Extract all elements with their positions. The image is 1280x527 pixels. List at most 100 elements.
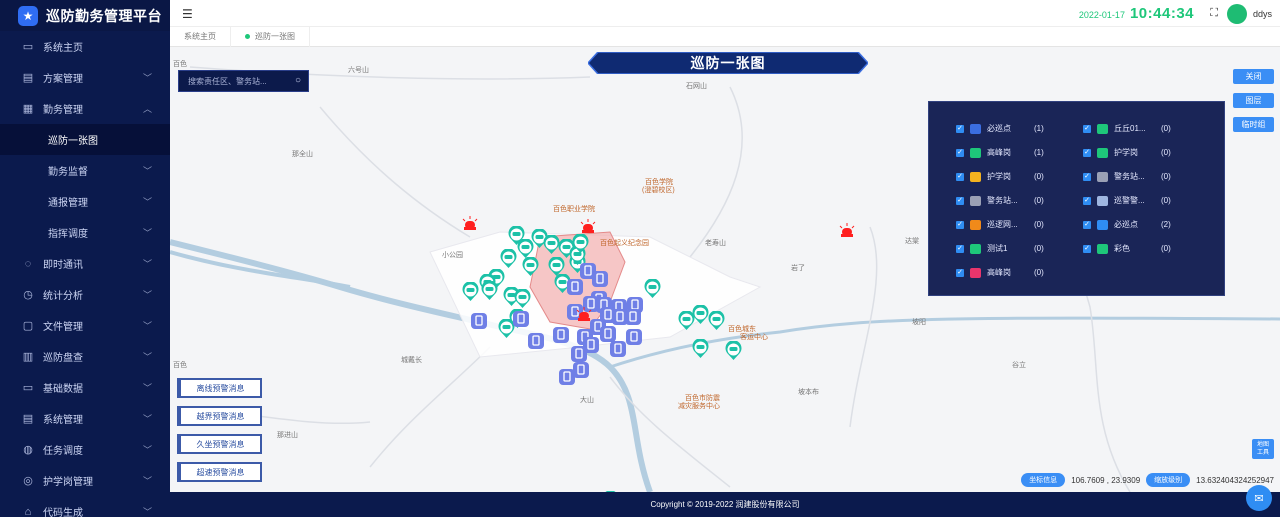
sidebar-item[interactable]: ▤ 方案管理 ﹀ [0,62,170,93]
layer-name: 必巡点 [987,124,1011,133]
layers-button[interactable]: 图层 [1233,93,1274,108]
sidebar-item[interactable]: ◍ 任务调度 ﹀ [0,434,170,465]
checkbox-icon[interactable]: ✓ [956,268,964,277]
officer-marker-icon[interactable] [573,362,589,381]
sidebar-item-label: 巡防一张图 [48,136,98,147]
checkbox-icon[interactable]: ✓ [956,244,964,253]
patrol-car-marker-icon[interactable] [522,256,539,280]
patrol-car-marker-icon[interactable] [692,304,709,328]
temp-group-button[interactable]: 临时组 [1233,117,1274,132]
layer-toggle[interactable]: ✓ 护学岗 (0) [1083,147,1171,158]
sidebar-item-label: 系统主页 [43,43,83,54]
layer-toggle[interactable]: ✓ 警务站... (0) [1083,171,1171,182]
checkbox-icon[interactable]: ✓ [1083,220,1091,229]
checkbox-icon[interactable]: ✓ [956,172,964,181]
sidebar-item[interactable]: ▭ 基础数据 ﹀ [0,372,170,403]
sidebar-item[interactable]: 指挥调度 ﹀ [0,217,170,248]
officer-marker-icon[interactable] [513,311,529,330]
patrol-car-marker-icon[interactable] [708,310,725,334]
patrol-car-marker-icon[interactable] [692,338,709,362]
sidebar-item[interactable]: ▢ 文件管理 ﹀ [0,310,170,341]
patrol-car-marker-icon[interactable] [644,278,661,302]
alarm-light-icon[interactable] [839,223,855,240]
patrol-car-marker-icon[interactable] [725,340,742,364]
chat-icon: ◌ [24,257,32,270]
chat-icon[interactable]: ✉ [1246,485,1272,511]
layer-toggle[interactable]: ✓ 高峰岗 (1) [956,147,1044,158]
layer-name: 护学岗 [987,172,1011,181]
place-label: 谷立 [1012,362,1026,369]
patrol-car-marker-icon[interactable] [572,233,589,257]
sidebar-item[interactable]: 巡防一张图 [0,124,170,155]
map-tools-button[interactable]: 地图 工具 [1252,439,1274,459]
alarm-light-icon[interactable] [576,307,592,324]
sidebar-item[interactable]: ▭ 系统主页 [0,31,170,62]
image-icon [970,147,981,158]
officer-marker-icon[interactable] [553,327,569,346]
menu-toggle-icon[interactable]: ☰ [182,7,193,21]
officer-marker-icon[interactable] [610,341,626,360]
layer-toggle[interactable]: ✓ 彩色 (0) [1083,243,1171,254]
search-icon[interactable]: ○ [295,75,301,86]
alarm-light-icon[interactable] [462,216,478,233]
layer-toggle[interactable]: ✓ 丘丘01... (0) [1083,123,1171,134]
checkbox-icon[interactable]: ✓ [1083,196,1091,205]
checkbox-icon[interactable]: ✓ [956,220,964,229]
document-icon: ▤ [22,72,34,84]
alert-message-button[interactable]: 越界预警消息 [177,406,262,426]
officer-marker-icon[interactable] [592,271,608,290]
officer-marker-icon[interactable] [625,309,641,328]
officer-marker-icon[interactable] [567,279,583,298]
checkbox-icon[interactable]: ✓ [1083,124,1091,133]
search-input[interactable] [188,76,288,86]
layer-toggle[interactable]: ✓ 测试1 (0) [956,243,1044,254]
layer-toggle[interactable]: ✓ 必巡点 (2) [1083,219,1171,230]
officer-marker-icon[interactable] [471,313,487,332]
checkbox-icon[interactable]: ✓ [1083,172,1091,181]
sidebar-item-label: 任务调度 [43,446,83,457]
brand[interactable]: ★ 巡防勤务管理平台 [0,0,170,31]
alarm-light-icon[interactable] [580,219,596,236]
sidebar: ★ 巡防勤务管理平台 ▭ 系统主页 ▤ 方案管理 ﹀ ▦ 勤务管理 ︿ 巡防一张图勤务监督 ﹀ 通报… [0,0,170,519]
username[interactable]: ddys [1253,9,1272,19]
checkbox-icon[interactable]: ✓ [956,196,964,205]
checkbox-icon[interactable]: ✓ [956,124,964,133]
sidebar-item[interactable]: ▥ 巡防盘查 ﹀ [0,341,170,372]
officer-marker-icon[interactable] [626,329,642,348]
patrol-car-marker-icon[interactable] [481,280,498,304]
layer-toggle[interactable]: ✓ 警务站... (0) [956,195,1044,206]
patrol-car-marker-icon[interactable] [462,281,479,305]
officer-marker-icon[interactable] [528,333,544,352]
chevron-down-icon: ﹀ [142,259,152,269]
tab-home[interactable]: 系统主页 [170,26,231,47]
place-label: 达棠 [905,238,919,245]
sidebar-item[interactable]: 通报管理 ﹀ [0,186,170,217]
map-canvas[interactable]: 巡防一张图 ○ 百色六号山石网山那全山百色学院(澄碧校区)百色职业学院小公园百色… [170,47,1280,492]
chevron-down-icon: ﹀ [142,476,152,486]
sidebar-item[interactable]: ⌂ 代码生成 ﹀ [0,496,170,527]
tab-patrol-map[interactable]: 巡防一张图 [231,26,310,47]
alert-message-button[interactable]: 离线预警消息 [177,378,262,398]
checkbox-icon[interactable]: ✓ [956,148,964,157]
sidebar-item[interactable]: ◎ 护学岗管理 ﹀ [0,465,170,496]
close-button[interactable]: 关闭 [1233,69,1274,84]
sidebar-item[interactable]: ▤ 系统管理 ﹀ [0,403,170,434]
alert-message-button[interactable]: 久坐预警消息 [177,434,262,454]
sidebar-item[interactable]: ◌ 即时通讯 ﹀ [0,248,170,279]
layer-toggle[interactable]: ✓ 高峰岗 (0) [956,267,1044,278]
layer-toggle[interactable]: ✓ 护学岗 (0) [956,171,1044,182]
avatar[interactable] [1227,4,1247,24]
sidebar-item[interactable]: ◷ 统计分析 ﹀ [0,279,170,310]
checkbox-icon[interactable]: ✓ [1083,244,1091,253]
tools-label: 工具 [1256,450,1269,456]
sidebar-item[interactable]: ▦ 勤务管理 ︿ [0,93,170,124]
layer-toggle[interactable]: ✓ 必巡点 (1) [956,123,1044,134]
fullscreen-icon[interactable]: ⛶ [1210,7,1218,20]
alert-message-button[interactable]: 超速预警消息 [177,462,262,482]
checkbox-icon[interactable]: ✓ [1083,148,1091,157]
place-label: 那进山 [277,432,298,439]
layer-toggle[interactable]: ✓ 巡警警... (0) [1083,195,1171,206]
layer-count: (0) [1161,148,1171,157]
layer-toggle[interactable]: ✓ 巡逻网... (0) [956,219,1044,230]
sidebar-item[interactable]: 勤务监督 ﹀ [0,155,170,186]
